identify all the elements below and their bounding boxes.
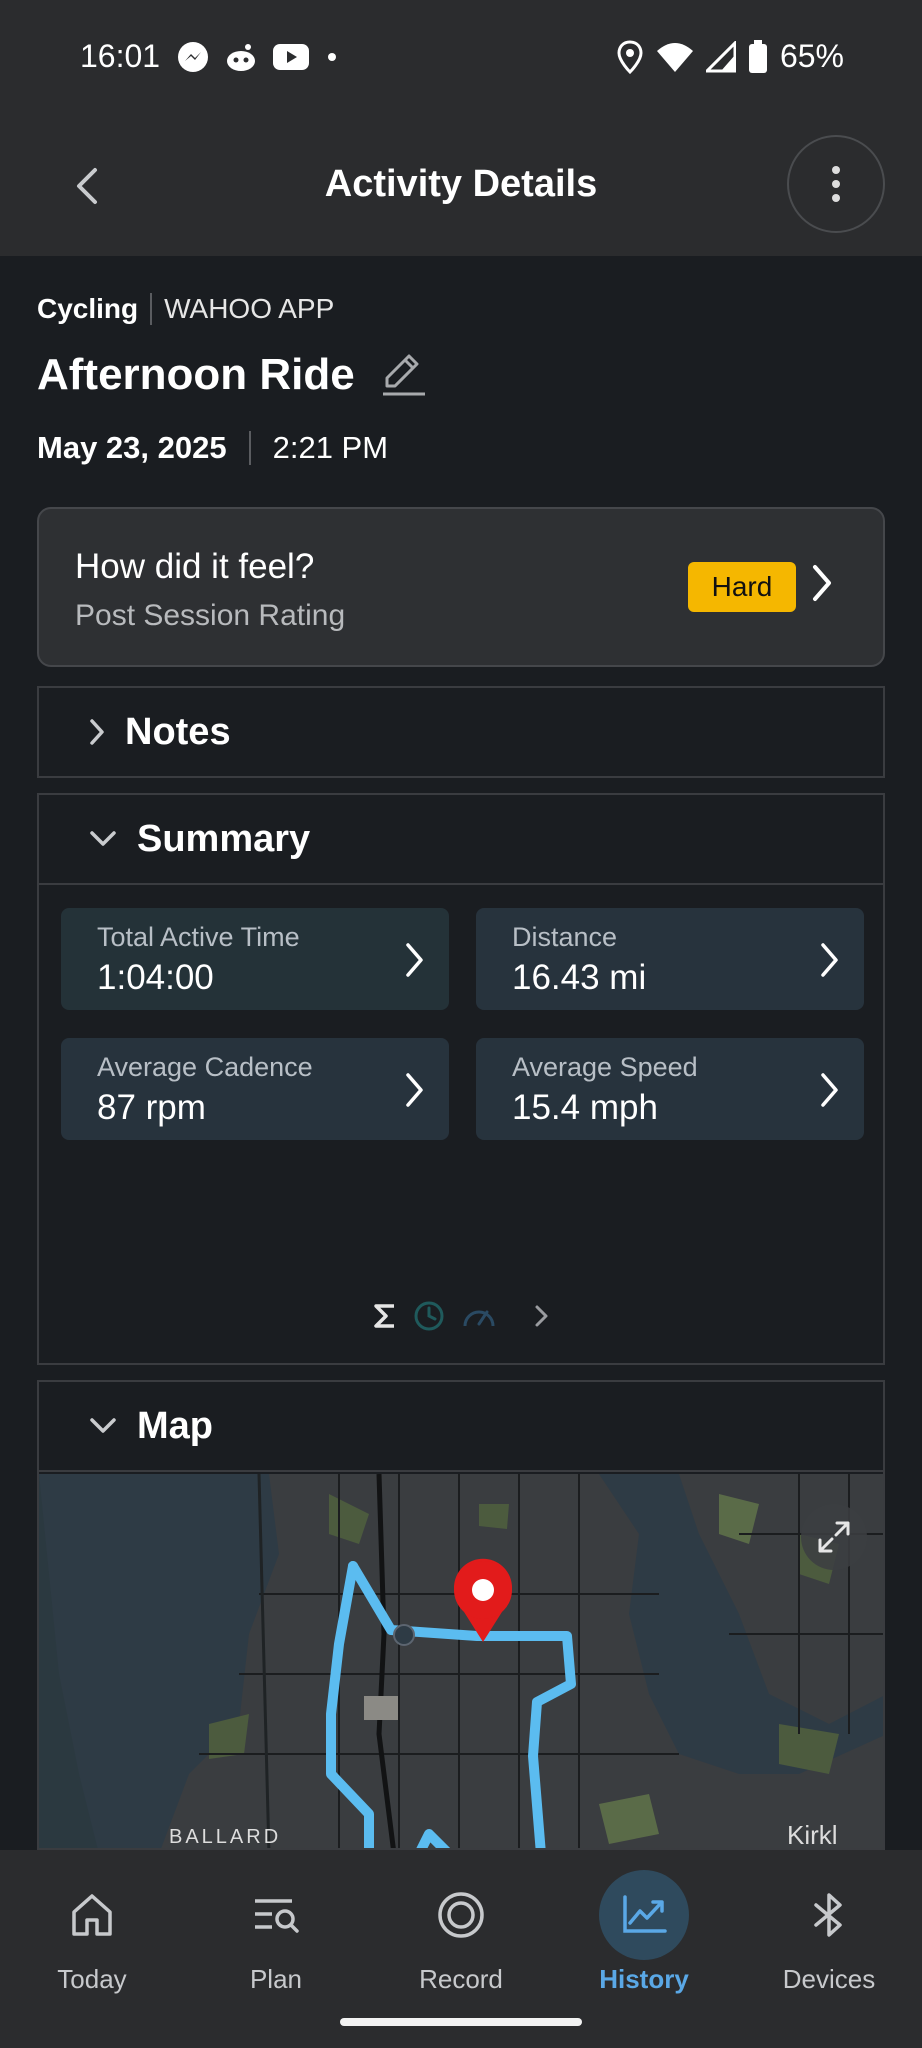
notes-title: Notes — [125, 710, 231, 753]
nav-label: Record — [419, 1964, 503, 1994]
metric-label: Distance — [512, 922, 618, 952]
map-title: Map — [137, 1404, 213, 1447]
activity-meta: Cycling WAHOO APP — [37, 293, 334, 325]
activity-time: 2:21 PM — [272, 430, 389, 465]
notes-header[interactable]: Notes — [39, 688, 883, 776]
chevron-right-icon — [821, 1073, 838, 1107]
summary-section: Summary Total Active Time 1:04:00 Distan… — [37, 793, 885, 1365]
chevron-right-icon[interactable] — [513, 1303, 553, 1329]
activity-type: Cycling — [37, 293, 139, 324]
chevron-right-icon — [821, 943, 838, 977]
feel-question: How did it feel? — [75, 547, 315, 586]
nav-label: Today — [57, 1964, 127, 1994]
notes-section[interactable]: Notes — [37, 686, 885, 778]
more-options-button[interactable] — [787, 135, 885, 233]
nav-record[interactable]: Record — [386, 1870, 536, 1995]
battery-icon — [748, 39, 767, 73]
speedometer-icon[interactable] — [461, 1302, 497, 1330]
youtube-icon — [273, 44, 309, 70]
plan-search-icon — [255, 1899, 299, 1933]
clock-icon[interactable] — [413, 1300, 445, 1332]
record-icon — [438, 1892, 484, 1938]
metric-label: Total Active Time — [97, 922, 300, 952]
app-bar: Activity Details — [0, 115, 922, 256]
chevron-right-icon — [90, 719, 104, 745]
rating-badge: Hard — [688, 562, 796, 612]
post-session-rating-card[interactable]: How did it feel? Post Session Rating Har… — [37, 507, 885, 667]
bluetooth-icon — [814, 1893, 842, 1937]
nav-label: History — [599, 1964, 689, 1994]
chart-trend-icon — [623, 1895, 667, 1933]
home-icon — [72, 1894, 112, 1936]
messenger-icon — [178, 42, 208, 72]
divider — [150, 293, 153, 325]
chevron-down-icon — [90, 1418, 116, 1433]
divider — [248, 431, 251, 465]
reddit-icon — [227, 44, 255, 71]
activity-title-row: Afternoon Ride — [37, 350, 427, 400]
expand-icon — [818, 1521, 850, 1553]
nav-label: Devices — [782, 1964, 876, 1994]
activity-source: WAHOO APP — [164, 293, 335, 324]
status-bar: 16:01 65% — [0, 0, 922, 115]
wifi-icon — [656, 42, 693, 72]
signal-icon — [705, 40, 736, 72]
activity-title: Afternoon Ride — [37, 350, 355, 399]
chevron-right-icon — [813, 565, 831, 601]
metric-total-active-time[interactable]: Total Active Time 1:04:00 — [61, 908, 449, 1010]
nav-history[interactable]: History — [569, 1870, 719, 1995]
nav-plan[interactable]: Plan — [201, 1870, 351, 1995]
summary-title: Summary — [137, 817, 311, 860]
map-label: Kirkl — [787, 1820, 838, 1850]
summary-header[interactable]: Summary — [39, 795, 883, 885]
map-section: Map BALLARD Kirkl — [37, 1380, 885, 1850]
nav-today[interactable]: Today — [17, 1870, 167, 1995]
map-header[interactable]: Map — [39, 1382, 883, 1472]
page-title: Activity Details — [324, 163, 598, 205]
metric-value: 15.4 mph — [512, 1088, 658, 1127]
home-indicator[interactable] — [340, 2018, 582, 2026]
metric-value: 1:04:00 — [97, 958, 214, 997]
chevron-down-icon — [90, 831, 116, 846]
edit-pencil-icon[interactable] — [379, 352, 427, 398]
notification-icons — [176, 40, 340, 74]
chevron-right-icon — [406, 943, 423, 977]
dot-icon — [328, 53, 336, 61]
metric-label: Average Cadence — [97, 1052, 313, 1082]
metric-value: 16.43 mi — [512, 958, 647, 997]
metric-label: Average Speed — [512, 1052, 698, 1082]
feel-subtitle: Post Session Rating — [75, 599, 346, 632]
map-canvas — [39, 1474, 883, 1848]
activity-datetime: May 23, 2025 2:21 PM — [37, 430, 388, 466]
location-icon — [617, 39, 643, 74]
more-vertical-icon — [832, 166, 840, 202]
route-map[interactable]: BALLARD Kirkl — [39, 1474, 883, 1850]
status-time: 16:01 — [80, 38, 161, 74]
nav-devices[interactable]: Devices — [754, 1870, 904, 1995]
metric-value: 87 rpm — [97, 1088, 206, 1127]
summary-pager — [39, 1300, 887, 1332]
sigma-icon[interactable] — [373, 1303, 397, 1329]
metric-average-speed[interactable]: Average Speed 15.4 mph — [476, 1038, 864, 1140]
nav-label: Plan — [249, 1964, 303, 1994]
expand-map-button[interactable] — [801, 1504, 867, 1570]
chevron-right-icon — [406, 1073, 423, 1107]
battery-percent: 65% — [779, 38, 844, 74]
active-indicator — [599, 1870, 689, 1960]
metric-distance[interactable]: Distance 16.43 mi — [476, 908, 864, 1010]
map-label: BALLARD — [169, 1826, 282, 1848]
status-right: 65% — [616, 38, 844, 75]
activity-date: May 23, 2025 — [37, 430, 227, 465]
metric-average-cadence[interactable]: Average Cadence 87 rpm — [61, 1038, 449, 1140]
